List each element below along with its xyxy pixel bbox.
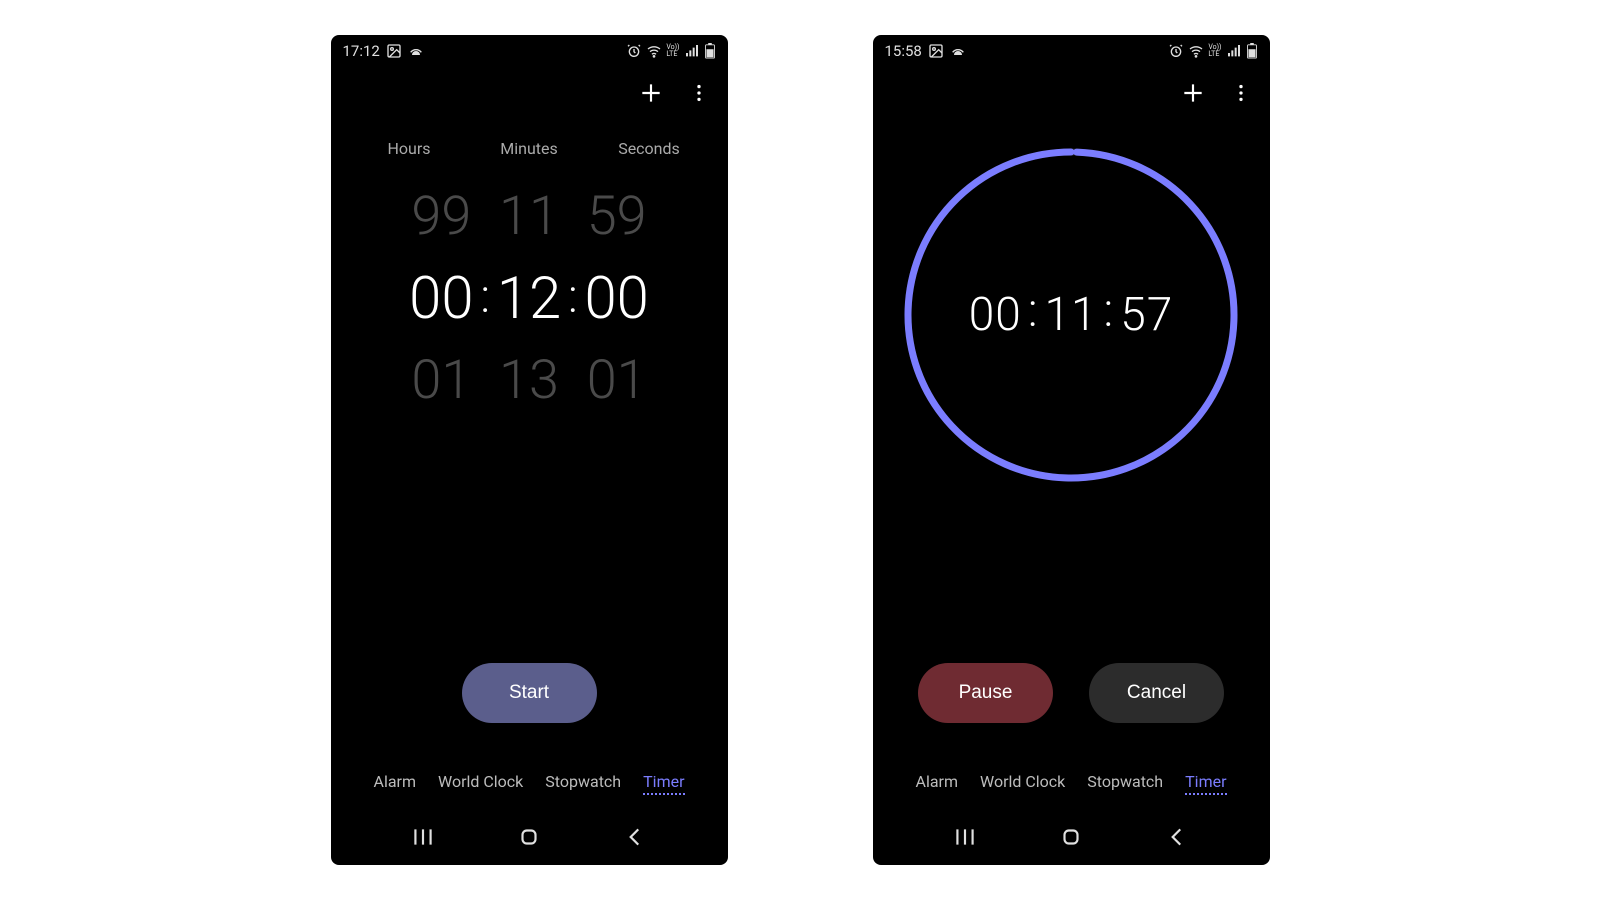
status-left: 15:58 — [885, 42, 966, 60]
more-vert-icon — [688, 82, 710, 104]
picker-seconds-prev: 59 — [587, 176, 647, 258]
add-button[interactable] — [638, 80, 664, 110]
status-bar: 17:12 Vo)) LTE — [331, 35, 728, 67]
picture-icon — [928, 43, 944, 59]
picker-minutes-prev: 11 — [499, 176, 559, 258]
nav-recents[interactable] — [410, 824, 436, 850]
picker-hours-next: 01 — [411, 340, 471, 422]
status-right: Vo)) LTE — [626, 43, 715, 59]
add-button[interactable] — [1180, 80, 1206, 110]
countdown-ss: 57 — [1120, 288, 1173, 342]
battery-icon — [1246, 43, 1258, 59]
nav-back[interactable] — [622, 824, 648, 850]
back-icon — [1164, 824, 1190, 850]
picker-minutes[interactable]: 11 12 13 — [484, 176, 574, 422]
volte-icon: Vo)) LTE — [1208, 44, 1221, 58]
picker-minutes-cur: 12 — [497, 258, 561, 340]
label-hours: Hours — [369, 139, 449, 158]
button-row: Start — [331, 663, 728, 723]
picker-colon-1: : — [480, 256, 490, 338]
more-button[interactable] — [1230, 82, 1252, 108]
picture-icon — [386, 43, 402, 59]
tab-worldclock[interactable]: World Clock — [980, 772, 1065, 795]
signal-icon — [1226, 43, 1242, 59]
bottom-tabs: Alarm World Clock Stopwatch Timer — [331, 772, 728, 795]
signal-icon — [684, 43, 700, 59]
alarm-set-icon — [626, 43, 642, 59]
battery-icon — [704, 43, 716, 59]
cast-icon — [950, 43, 966, 59]
timer-setup-content: Hours Minutes Seconds 99 00 01 : 11 12 1… — [331, 123, 728, 865]
nav-home[interactable] — [516, 824, 542, 850]
system-navbar — [331, 809, 728, 865]
back-icon — [622, 824, 648, 850]
button-row: Pause Cancel — [873, 663, 1270, 723]
countdown-hh: 00 — [969, 288, 1022, 342]
wifi-icon — [646, 43, 662, 59]
wifi-icon — [1188, 43, 1204, 59]
phone-timer-setup: 17:12 Vo)) LTE Hours Minutes Seconds 99 — [331, 35, 728, 865]
home-icon — [516, 824, 542, 850]
more-vert-icon — [1230, 82, 1252, 104]
cast-icon — [408, 43, 424, 59]
recents-icon — [410, 824, 436, 850]
label-minutes: Minutes — [489, 139, 569, 158]
tab-timer[interactable]: Timer — [643, 772, 684, 795]
status-left: 17:12 — [343, 42, 424, 60]
picker-seconds[interactable]: 59 00 01 — [572, 176, 662, 422]
system-navbar — [873, 809, 1270, 865]
countdown-colon-2: : — [1104, 284, 1115, 338]
cancel-button[interactable]: Cancel — [1089, 663, 1224, 723]
tab-stopwatch[interactable]: Stopwatch — [545, 772, 621, 795]
alarm-set-icon — [1168, 43, 1184, 59]
tab-stopwatch[interactable]: Stopwatch — [1087, 772, 1163, 795]
countdown-display: 00 : 11 : 57 — [901, 145, 1241, 485]
picker-colon-2: : — [568, 256, 578, 338]
status-right: Vo)) LTE — [1168, 43, 1257, 59]
pause-button[interactable]: Pause — [918, 663, 1053, 723]
picker-minutes-next: 13 — [499, 340, 559, 422]
bottom-tabs: Alarm World Clock Stopwatch Timer — [873, 772, 1270, 795]
picker-hours-cur: 00 — [409, 258, 473, 340]
label-seconds: Seconds — [609, 139, 689, 158]
nav-home[interactable] — [1058, 824, 1084, 850]
tab-worldclock[interactable]: World Clock — [438, 772, 523, 795]
status-time: 17:12 — [343, 42, 380, 60]
picker-labels: Hours Minutes Seconds — [331, 139, 728, 158]
picker-hours[interactable]: 99 00 01 — [396, 176, 486, 422]
nav-back[interactable] — [1164, 824, 1190, 850]
countdown-mm: 11 — [1044, 288, 1097, 342]
nav-recents[interactable] — [952, 824, 978, 850]
more-button[interactable] — [688, 82, 710, 108]
home-icon — [1058, 824, 1084, 850]
tab-timer[interactable]: Timer — [1185, 772, 1226, 795]
phone-timer-running: 15:58 Vo)) LTE 00 : 1 — [873, 35, 1270, 865]
appbar — [331, 67, 728, 123]
status-time: 15:58 — [885, 42, 922, 60]
tab-alarm[interactable]: Alarm — [916, 772, 958, 795]
tab-alarm[interactable]: Alarm — [374, 772, 416, 795]
duration-picker[interactable]: 99 00 01 : 11 12 13 : 59 00 01 — [396, 176, 661, 422]
countdown-colon-1: : — [1028, 284, 1039, 338]
recents-icon — [952, 824, 978, 850]
status-bar: 15:58 Vo)) LTE — [873, 35, 1270, 67]
plus-icon — [1180, 80, 1206, 106]
picker-hours-prev: 99 — [411, 176, 471, 258]
picker-seconds-next: 01 — [587, 340, 647, 422]
plus-icon — [638, 80, 664, 106]
countdown-ring: 00 : 11 : 57 — [901, 145, 1241, 485]
volte-icon: Vo)) LTE — [666, 44, 679, 58]
picker-seconds-cur: 00 — [585, 258, 649, 340]
appbar — [873, 67, 1270, 123]
start-button[interactable]: Start — [462, 663, 597, 723]
timer-running-content: 00 : 11 : 57 Pause Cancel Alarm World Cl… — [873, 123, 1270, 865]
